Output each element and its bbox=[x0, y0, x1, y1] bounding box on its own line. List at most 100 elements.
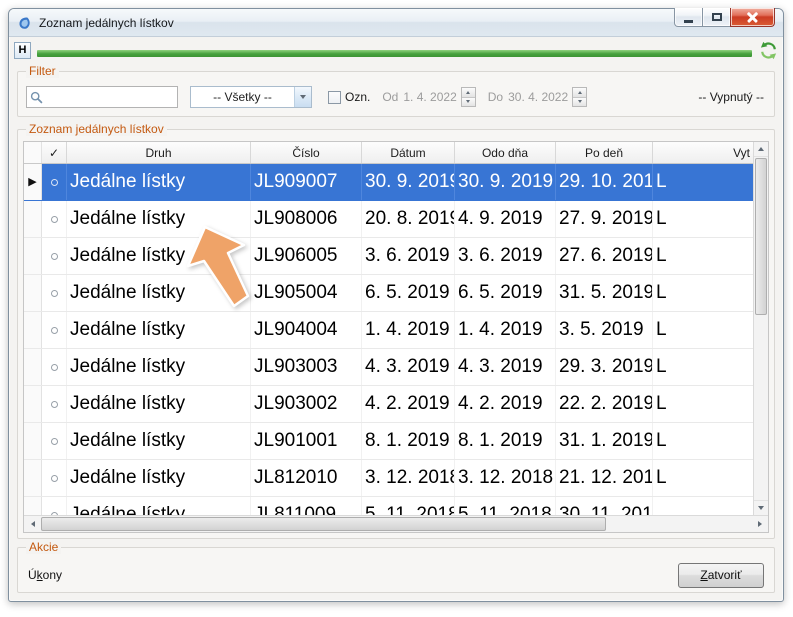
header-odo-dna[interactable]: Odo dňa bbox=[455, 142, 556, 163]
spin-down-icon[interactable] bbox=[462, 98, 475, 107]
cell-odo-dna: 30. 9. 2019 bbox=[455, 164, 556, 200]
horizontal-scrollbar[interactable] bbox=[24, 515, 768, 532]
table-row[interactable]: Jedálne lístky JL903003 4. 3. 2019 4. 3.… bbox=[24, 349, 753, 386]
cell-datum: 8. 1. 2019 bbox=[362, 423, 455, 459]
row-marker-cell: ▶ bbox=[24, 164, 42, 200]
refresh-icon[interactable] bbox=[758, 40, 778, 60]
cell-datum: 4. 2. 2019 bbox=[362, 386, 455, 422]
table-row[interactable]: Jedálne lístky JL901001 8. 1. 2019 8. 1.… bbox=[24, 423, 753, 460]
current-row-marker-icon: ▶ bbox=[28, 177, 36, 188]
cell-cislo: JL903002 bbox=[251, 386, 362, 422]
cell-po-den: 3. 5. 2019 bbox=[556, 312, 653, 348]
cell-odo-dna: 3. 6. 2019 bbox=[455, 238, 556, 274]
date-from-spinner[interactable] bbox=[461, 87, 476, 107]
type-dropdown[interactable]: -- Všetky -- bbox=[190, 86, 312, 108]
header-cislo[interactable]: Číslo bbox=[251, 142, 362, 163]
cell-cislo: JL811009 bbox=[251, 497, 362, 515]
ukony-button[interactable]: Úkony bbox=[28, 568, 62, 582]
row-marker-cell bbox=[24, 423, 42, 459]
record-dot-icon bbox=[51, 438, 58, 445]
row-check-cell[interactable] bbox=[42, 275, 67, 311]
cell-po-den: 30. 11. 2018 bbox=[556, 497, 653, 515]
horizontal-scroll-thumb[interactable] bbox=[41, 517, 606, 531]
cell-cislo: JL908006 bbox=[251, 201, 362, 237]
list-group: Zoznam jedálnych lístkov ✓ Druh Číslo Dá… bbox=[17, 129, 775, 539]
cell-vyt bbox=[653, 497, 753, 515]
cell-odo-dna: 4. 2. 2019 bbox=[455, 386, 556, 422]
table-row[interactable]: Jedálne lístky JL811009 5. 11. 2018 5. 1… bbox=[24, 497, 753, 515]
app-window: Zoznam jedálnych lístkov H Filter bbox=[8, 8, 784, 602]
close-window-button[interactable] bbox=[730, 8, 775, 27]
record-dot-icon bbox=[51, 216, 58, 223]
row-check-cell[interactable] bbox=[42, 349, 67, 385]
scroll-right-arrow[interactable] bbox=[751, 516, 768, 532]
scroll-down-arrow[interactable] bbox=[754, 500, 768, 515]
cell-vyt: L bbox=[653, 201, 753, 237]
spin-up-icon[interactable] bbox=[573, 88, 586, 98]
ozn-label: Ozn. bbox=[345, 90, 370, 104]
row-check-cell[interactable] bbox=[42, 497, 67, 515]
table-row[interactable]: Jedálne lístky JL903002 4. 2. 2019 4. 2.… bbox=[24, 386, 753, 423]
header-po-den[interactable]: Po deň bbox=[556, 142, 653, 163]
minimize-button[interactable] bbox=[674, 8, 703, 27]
titlebar[interactable]: Zoznam jedálnych lístkov bbox=[9, 9, 783, 37]
row-marker-cell bbox=[24, 238, 42, 274]
row-check-cell[interactable] bbox=[42, 164, 67, 200]
spin-down-icon[interactable] bbox=[573, 98, 586, 107]
ozn-checkbox[interactable] bbox=[328, 91, 341, 104]
cell-odo-dna: 8. 1. 2019 bbox=[455, 423, 556, 459]
row-check-cell[interactable] bbox=[42, 312, 67, 348]
cell-cislo: JL906005 bbox=[251, 238, 362, 274]
cell-druh: Jedálne lístky bbox=[67, 312, 251, 348]
cell-po-den: 21. 12. 2018 bbox=[556, 460, 653, 496]
scroll-up-arrow[interactable] bbox=[754, 142, 768, 157]
maximize-button[interactable] bbox=[703, 8, 730, 27]
cell-druh: Jedálne lístky bbox=[67, 349, 251, 385]
header-datum[interactable]: Dátum bbox=[362, 142, 455, 163]
row-check-cell[interactable] bbox=[42, 423, 67, 459]
cell-vyt: L bbox=[653, 460, 753, 496]
table-row[interactable]: Jedálne lístky JL906005 3. 6. 2019 3. 6.… bbox=[24, 238, 753, 275]
table-row[interactable]: Jedálne lístky JL904004 1. 4. 2019 1. 4.… bbox=[24, 312, 753, 349]
window-title: Zoznam jedálnych lístkov bbox=[39, 16, 174, 30]
dropdown-button[interactable] bbox=[294, 87, 311, 107]
cell-cislo: JL905004 bbox=[251, 275, 362, 311]
orange-arrow-cursor bbox=[185, 223, 253, 315]
maximize-icon bbox=[712, 13, 722, 21]
table-row[interactable]: Jedálne lístky JL812010 3. 12. 2018 3. 1… bbox=[24, 460, 753, 497]
zatvorit-button[interactable]: Zatvoriť bbox=[678, 563, 764, 588]
row-marker-cell bbox=[24, 349, 42, 385]
date-to-spinner[interactable] bbox=[572, 87, 587, 107]
vertical-scroll-thumb[interactable] bbox=[755, 158, 767, 315]
cell-cislo: JL909007 bbox=[251, 164, 362, 200]
search-box[interactable] bbox=[26, 86, 178, 108]
header-druh[interactable]: Druh bbox=[67, 142, 251, 163]
vertical-scrollbar[interactable] bbox=[753, 142, 768, 515]
header-vyt[interactable]: Vyt bbox=[653, 142, 753, 163]
state-dropdown[interactable]: -- Vypnutý -- bbox=[698, 90, 764, 104]
cell-po-den: 31. 1. 2019 bbox=[556, 423, 653, 459]
cell-datum: 4. 3. 2019 bbox=[362, 349, 455, 385]
scroll-left-arrow[interactable] bbox=[24, 516, 41, 532]
row-check-cell[interactable] bbox=[42, 238, 67, 274]
cell-cislo: JL812010 bbox=[251, 460, 362, 496]
table-row[interactable]: ▶ Jedálne lístky JL909007 30. 9. 2019 30… bbox=[24, 164, 753, 201]
row-check-cell[interactable] bbox=[42, 386, 67, 422]
spin-up-icon[interactable] bbox=[462, 88, 475, 98]
row-marker-cell bbox=[24, 386, 42, 422]
row-check-cell[interactable] bbox=[42, 460, 67, 496]
search-input[interactable] bbox=[46, 87, 177, 107]
cell-druh: Jedálne lístky bbox=[67, 423, 251, 459]
cell-vyt: L bbox=[653, 386, 753, 422]
record-dot-icon bbox=[51, 475, 58, 482]
cell-po-den: 31. 5. 2019 bbox=[556, 275, 653, 311]
table-row[interactable]: Jedálne lístky JL905004 6. 5. 2019 6. 5.… bbox=[24, 275, 753, 312]
header-check-column[interactable]: ✓ bbox=[42, 142, 67, 163]
header-marker-column[interactable] bbox=[24, 142, 42, 163]
toolbar-h-button[interactable]: H bbox=[14, 42, 31, 59]
row-check-cell[interactable] bbox=[42, 201, 67, 237]
filter-group: Filter -- Všetky -- Ozn. Od 1. 4. 2022 bbox=[17, 71, 775, 117]
table-row[interactable]: Jedálne lístky JL908006 20. 8. 2019 4. 9… bbox=[24, 201, 753, 238]
cell-datum: 5. 11. 2018 bbox=[362, 497, 455, 515]
actions-group-label: Akcie bbox=[26, 541, 61, 554]
